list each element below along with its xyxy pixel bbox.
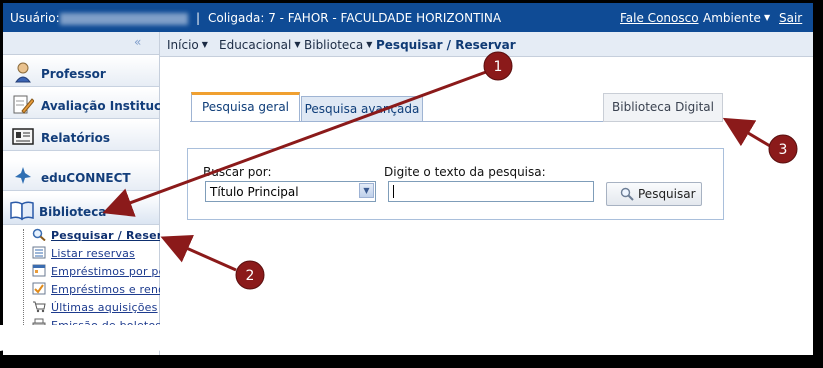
separator: | [196, 11, 201, 25]
breadcrumb-item-inicio[interactable]: Início ▼ [167, 38, 208, 52]
search-by-label: Buscar por: [203, 165, 272, 179]
professor-icon [15, 62, 31, 83]
user-label: Usuário: [10, 11, 60, 25]
submenu-listar-reservas[interactable]: Listar reservas [51, 247, 135, 260]
text-caret [393, 185, 394, 198]
breadcrumb-label: Início [167, 38, 199, 52]
search-by-value: Título Principal [210, 185, 299, 199]
search-button-label: Pesquisar [638, 187, 696, 201]
pencil-document-icon [13, 95, 34, 114]
search-icon [620, 187, 634, 201]
module-label: Avaliação Institucio [41, 99, 174, 113]
sidebar-module-avaliacao[interactable]: Avaliação Institucio [3, 88, 174, 119]
search-text-input[interactable] [388, 181, 594, 202]
top-bar: Usuário: | Coligada: 7 - FAHOR - FACULDA… [3, 3, 813, 32]
chevron-down-icon: ▼ [294, 40, 301, 49]
logout-link[interactable]: Sair [779, 11, 802, 25]
module-label: eduCONNECT [41, 171, 131, 185]
user-name-redacted [60, 13, 188, 25]
submenu-emprestimos-renovacoes[interactable]: Empréstimos e reno [51, 283, 165, 296]
magnifier-icon [32, 228, 46, 241]
breadcrumb-label: Biblioteca [304, 38, 364, 52]
tab-pesquisa-geral[interactable]: Pesquisa geral [191, 92, 300, 121]
collapse-sidebar-icon[interactable]: « [134, 35, 141, 49]
chevron-down-icon: ▼ [763, 13, 771, 22]
search-by-select[interactable]: Título Principal ▼ [205, 181, 376, 202]
chevron-down-icon: ▼ [366, 40, 373, 49]
sidebar-module-relatorios[interactable]: Relatórios [3, 120, 159, 151]
cart-icon [33, 301, 46, 313]
sidebar-module-professor[interactable]: Professor [3, 56, 159, 87]
bird-icon [15, 167, 31, 184]
breadcrumb-current: Pesquisar / Reservar [376, 38, 516, 52]
breadcrumb: Início ▼ Educacional ▼ Biblioteca ▼ Pesquis… [160, 32, 813, 57]
chevron-down-icon[interactable]: ▼ [359, 183, 374, 198]
submenu-tree-line [23, 229, 24, 329]
breadcrumb-item-educacional[interactable]: Educacional ▼ [219, 38, 300, 52]
tab-biblioteca-digital[interactable]: Biblioteca Digital [603, 93, 723, 122]
sidebar: « Professor Avaliação Institucio Relatór… [3, 32, 174, 355]
sidebar-module-educonnect[interactable]: eduCONNECT [3, 160, 159, 191]
checklist-icon [32, 282, 46, 295]
environment-label: Ambiente [703, 11, 761, 25]
coligada-label: Coligada: 7 - FAHOR - FACULDADE HORIZONT… [208, 11, 502, 25]
environment-menu[interactable]: Ambiente ▼ [703, 11, 770, 25]
main-content: Início ▼ Educacional ▼ Biblioteca ▼ Pesquis… [160, 32, 813, 355]
torn-edge-decoration [0, 325, 813, 353]
app-window: Usuário: | Coligada: 7 - FAHOR - FACULDA… [3, 3, 813, 355]
tab-pesquisa-avancada[interactable]: Pesquisa avançada [301, 96, 423, 121]
module-label: Biblioteca [39, 205, 107, 219]
search-text-label: Digite o texto da pesquisa: [384, 165, 546, 179]
report-icon [12, 128, 34, 145]
search-button[interactable]: Pesquisar [606, 182, 702, 206]
submenu-ultimas-aquisicoes[interactable]: Últimas aquisições [51, 301, 158, 314]
module-label: Professor [41, 67, 106, 81]
breadcrumb-label: Educacional [219, 38, 292, 52]
breadcrumb-item-biblioteca[interactable]: Biblioteca ▼ [304, 38, 372, 52]
search-panel: Buscar por: Digite o texto da pesquisa: … [187, 148, 724, 220]
submenu-emprestimos-periodo[interactable]: Empréstimos por pe [51, 265, 166, 278]
chevron-down-icon: ▼ [201, 40, 208, 49]
loan-calendar-icon [32, 264, 46, 277]
module-label: Relatórios [41, 131, 110, 145]
submenu-pesquisar-reservar[interactable]: Pesquisar / Reser [51, 229, 162, 242]
book-icon [10, 201, 34, 221]
contact-link[interactable]: Fale Conosco [620, 11, 699, 25]
list-icon [32, 246, 46, 259]
sidebar-collapse-bar: « [3, 32, 159, 55]
sidebar-module-biblioteca[interactable]: Biblioteca [3, 194, 159, 225]
